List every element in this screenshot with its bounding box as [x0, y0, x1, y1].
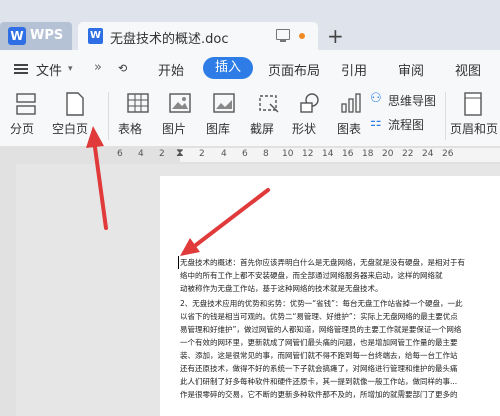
- annotation-arrows: [86, 126, 270, 256]
- red-arrow-to-cursor: [180, 188, 270, 256]
- red-arrow-to-blank-page: [86, 126, 108, 230]
